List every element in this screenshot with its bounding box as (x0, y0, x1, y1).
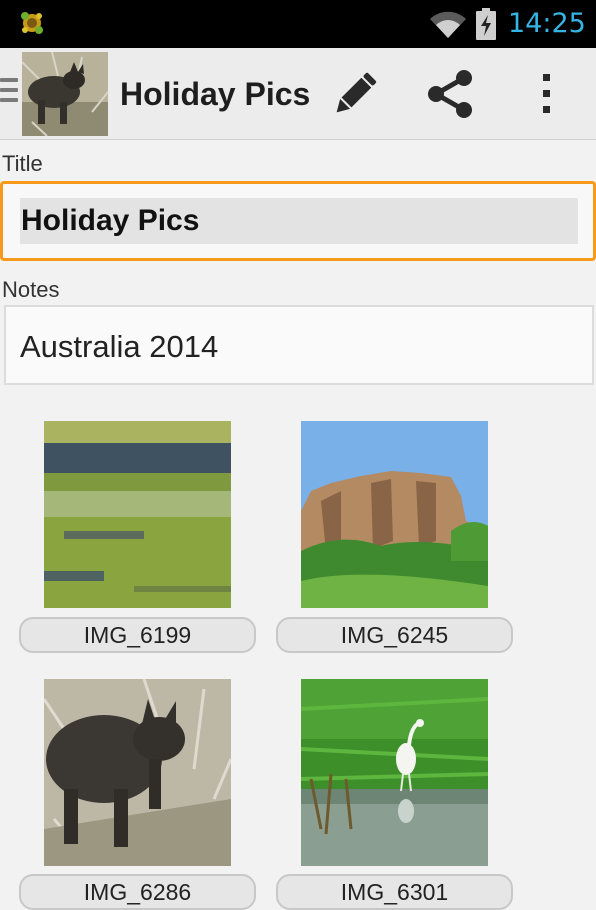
notes-input[interactable]: Australia 2014 (4, 305, 594, 385)
photo-thumbnail-wetland[interactable] (44, 421, 231, 608)
title-input[interactable]: Holiday Pics (0, 181, 596, 261)
battery-charging-icon (476, 8, 496, 40)
share-icon[interactable] (422, 66, 478, 122)
photo-caption-button[interactable]: IMG_6199 (19, 617, 256, 653)
app-notification-icon (21, 12, 43, 34)
photo-caption-button[interactable]: IMG_6301 (276, 874, 513, 910)
photo-caption-button[interactable]: IMG_6286 (19, 874, 256, 910)
drawer-indicator-icon[interactable] (0, 78, 18, 106)
album-cover-thumbnail[interactable] (22, 52, 108, 136)
title-label: Title (2, 151, 43, 176)
screen-title: Holiday Pics (120, 76, 311, 112)
photo-caption-button[interactable]: IMG_6245 (276, 617, 513, 653)
photo-thumbnail-egret[interactable] (301, 679, 488, 866)
status-bar: 14:25 (0, 0, 596, 48)
edit-icon[interactable] (327, 66, 383, 122)
photo-thumbnail-wallaby[interactable] (44, 679, 231, 866)
overflow-menu-icon[interactable] (519, 66, 575, 122)
notes-label: Notes (2, 277, 60, 302)
wifi-icon (430, 11, 466, 38)
status-time: 14:25 (508, 8, 586, 39)
notes-input-value[interactable]: Australia 2014 (20, 327, 218, 367)
title-input-value[interactable]: Holiday Pics (20, 198, 578, 244)
action-bar: Holiday Pics (0, 48, 596, 140)
photo-thumbnail-rock-escarpment[interactable] (301, 421, 488, 608)
